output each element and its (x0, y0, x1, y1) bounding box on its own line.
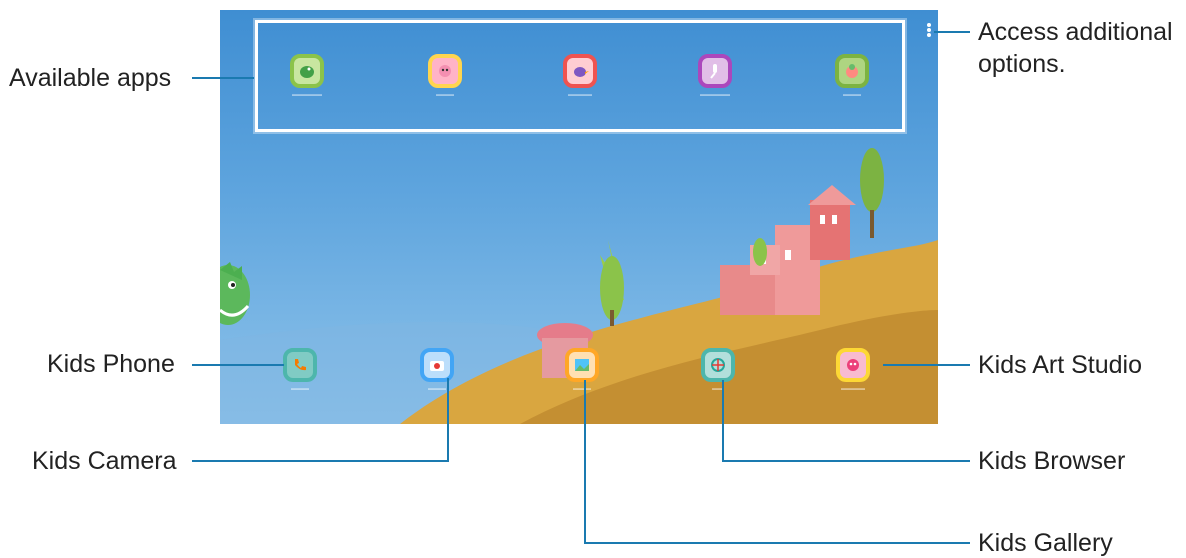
app-label-4: ▬▬▬▬▬ (700, 92, 730, 98)
app-label-5: ▬▬▬ (843, 92, 861, 98)
dinosaur-character (220, 262, 250, 325)
tree-middle-trunk (610, 310, 614, 326)
kids-home-screen: ▬▬▬▬▬ ▬▬▬ ▬▬▬▬ ▬▬▬▬▬ ▬▬▬ ▬▬▬ ▬▬▬ ▬▬▬ ▬▬ … (220, 10, 938, 424)
callout-line-kids-gallery-v (584, 380, 586, 544)
label-access-options-2: options. (978, 50, 1066, 78)
art-studio-icon[interactable] (836, 348, 870, 382)
camera-icon[interactable] (420, 348, 454, 382)
callout-line-kids-art-studio (883, 364, 970, 366)
dinosaur-icon[interactable] (290, 54, 324, 88)
microphone-icon[interactable] (698, 54, 732, 88)
tree-small-crown (753, 238, 767, 266)
label-kids-browser: Kids Browser (978, 447, 1126, 475)
callout-line-kids-gallery-h (584, 542, 970, 544)
callout-line-access-options (934, 31, 970, 33)
creature-icon[interactable] (835, 54, 869, 88)
label-kids-gallery: Kids Gallery (978, 529, 1113, 557)
dock-label-browser: ▬▬ (712, 386, 724, 392)
callout-line-kids-browser-h (722, 460, 970, 462)
browser-icon[interactable] (701, 348, 735, 382)
dock-label-gallery: ▬▬▬ (573, 386, 591, 392)
gallery-icon[interactable] (565, 348, 599, 382)
label-kids-art-studio: Kids Art Studio (978, 351, 1142, 379)
dock-label-camera: ▬▬▬ (428, 386, 446, 392)
callout-line-kids-camera-h (192, 460, 449, 462)
callout-line-available-apps (192, 77, 254, 79)
dock-label-phone: ▬▬▬ (291, 386, 309, 392)
tree-right-crown (860, 148, 884, 212)
tree-right-trunk (870, 210, 874, 238)
callout-line-kids-camera-v (447, 378, 449, 462)
callout-line-kids-phone (192, 364, 284, 366)
label-available-apps: Available apps (9, 64, 172, 92)
label-kids-phone: Kids Phone (47, 350, 175, 378)
callout-line-kids-browser-v (722, 380, 724, 462)
label-kids-camera: Kids Camera (32, 447, 177, 475)
app-label-3: ▬▬▬▬ (568, 92, 592, 98)
phone-icon[interactable] (283, 348, 317, 382)
character-icon[interactable] (428, 54, 462, 88)
more-options-icon[interactable] (926, 22, 932, 40)
dock-label-art-studio: ▬▬▬▬ (841, 386, 865, 392)
label-access-options-1: Access additional (978, 18, 1173, 46)
app-label-2: ▬▬▬ (436, 92, 454, 98)
app-label-1: ▬▬▬▬▬ (292, 92, 322, 98)
bird-icon[interactable] (563, 54, 597, 88)
